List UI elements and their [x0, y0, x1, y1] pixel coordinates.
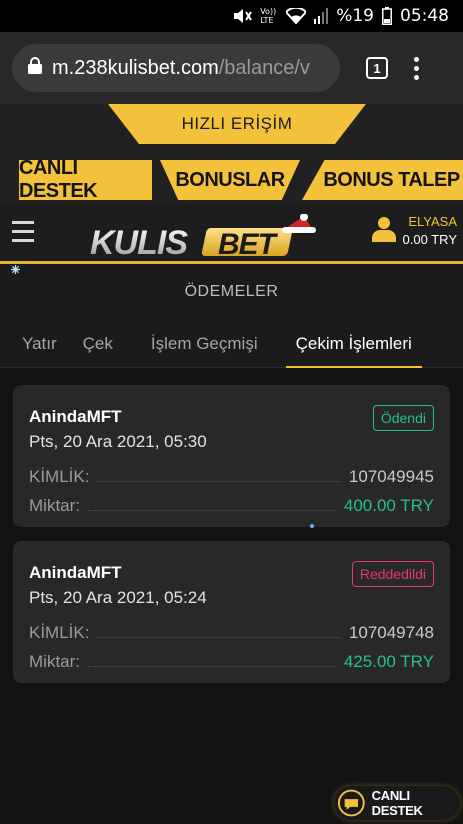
amount-value: 425.00 TRY [343, 652, 434, 671]
status-badge: Ödendi [372, 405, 434, 431]
status-badge: Reddedildi [351, 561, 434, 587]
transaction-date: Pts, 20 Ara 2021, 05:24 [29, 588, 207, 607]
browser-toolbar: m.238kulisbet.com/balance/v 1 [0, 32, 463, 104]
dotted-leader [88, 666, 336, 667]
id-value: 107049748 [348, 623, 434, 642]
live-support-button[interactable]: CANLI DESTEK [19, 160, 152, 200]
tab-withdraw[interactable]: Çek [83, 320, 113, 368]
payment-method: AnindaMFT [29, 407, 122, 426]
id-row: KİMLİK: 107049945 [29, 465, 434, 487]
dotted-leader [97, 637, 341, 638]
amount-row: Miktar: 400.00 TRY [29, 494, 434, 516]
withdrawal-list: AnindaMFT Pts, 20 Ara 2021, 05:30 Ödendi… [0, 369, 463, 824]
withdrawal-card: AnindaMFT Pts, 20 Ara 2021, 05:30 Ödendi… [13, 385, 450, 528]
mute-icon [232, 7, 253, 25]
svg-text:BET: BET [218, 228, 279, 260]
username[interactable]: ELYASA [408, 214, 457, 229]
network-label: Vo)) LTE [260, 7, 277, 25]
payment-tabs: Yatır Çek İşlem Geçmişi Çekim İşlemleri [0, 320, 463, 368]
battery-icon [382, 7, 392, 25]
dotted-leader [88, 510, 336, 511]
amount-label: Miktar: [29, 496, 80, 515]
chat-support-icon [337, 789, 365, 817]
amount-row: Miktar: 425.00 TRY [29, 650, 434, 672]
site-logo[interactable]: KULIS BET [90, 214, 322, 260]
quick-access-bar: HIZLI ERİŞİM CANLI DESTEK BONUSLAR BONUS… [0, 104, 463, 202]
transaction-date: Pts, 20 Ara 2021, 05:30 [29, 432, 207, 451]
battery-percent: %19 [336, 6, 374, 26]
amount-value: 400.00 TRY [343, 496, 434, 515]
url-host: m.238kulisbet.com [52, 56, 219, 79]
withdrawal-card: AnindaMFT Pts, 20 Ara 2021, 05:24 Redded… [13, 541, 450, 683]
user-icon[interactable] [372, 216, 396, 242]
user-balance: 0.00 TRY [402, 232, 457, 247]
hamburger-icon[interactable] [12, 221, 34, 242]
amount-label: Miktar: [29, 652, 80, 671]
svg-text:KULIS: KULIS [90, 224, 188, 260]
url-path: /balance/v [218, 56, 310, 79]
id-label: KİMLİK: [29, 623, 90, 642]
tab-transaction-history[interactable]: İşlem Geçmişi [151, 320, 258, 368]
page-title: ÖDEMELER [0, 264, 463, 320]
touch-indicator [310, 524, 314, 528]
id-label: KİMLİK: [29, 467, 90, 486]
site-header: KULIS BET ELYASA 0.00 TRY [0, 202, 463, 264]
payment-method: AnindaMFT [29, 563, 122, 582]
bonus-request-button[interactable]: BONUS TALEP [302, 160, 463, 200]
wifi-icon [286, 8, 307, 24]
tab-deposit[interactable]: Yatır [22, 320, 57, 368]
live-support-fab[interactable]: CANLI DESTEK [334, 786, 460, 820]
menu-kebab-icon[interactable] [414, 56, 419, 80]
address-bar[interactable]: m.238kulisbet.com/balance/v [12, 44, 340, 92]
tab-count: 1 [373, 60, 381, 76]
id-row: KİMLİK: 107049748 [29, 621, 434, 643]
clock: 05:48 [400, 6, 449, 26]
live-support-label: CANLI DESTEK [371, 788, 423, 818]
id-value: 107049945 [348, 467, 434, 486]
lock-icon [28, 57, 42, 79]
tab-withdrawal-transactions[interactable]: Çekim İşlemleri [285, 320, 423, 368]
snowflake-icon [11, 265, 20, 274]
quick-access-title: HIZLI ERİŞİM [108, 104, 366, 144]
signal-icon [314, 8, 329, 24]
bonuses-button[interactable]: BONUSLAR [160, 160, 300, 200]
status-bar: Vo)) LTE %19 05:48 [0, 0, 463, 32]
dotted-leader [97, 481, 341, 482]
tabs-icon[interactable]: 1 [366, 57, 388, 79]
